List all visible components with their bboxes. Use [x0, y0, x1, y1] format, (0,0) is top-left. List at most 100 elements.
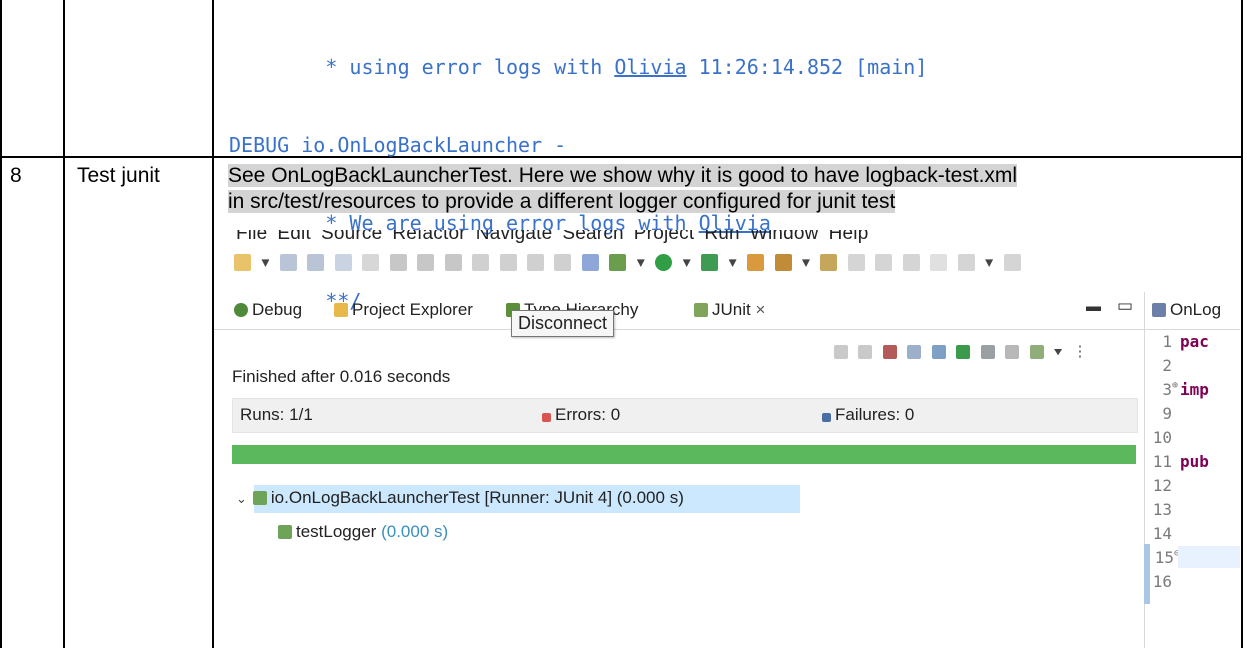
- save-all-icon[interactable]: [307, 254, 325, 272]
- tab-junit[interactable]: JUnit ×: [690, 300, 772, 324]
- chevron-down-icon[interactable]: [985, 259, 994, 268]
- step-over-icon[interactable]: [526, 254, 544, 272]
- counter-panel: [232, 398, 1138, 433]
- menu-run[interactable]: Run: [704, 230, 739, 244]
- table-border-right: [1241, 0, 1243, 648]
- close-icon[interactable]: ×: [755, 300, 765, 319]
- row-description: See OnLogBackLauncherTest. Here we show …: [228, 163, 1018, 215]
- pilcrow-icon[interactable]: [930, 254, 948, 272]
- coverage-icon[interactable]: [701, 254, 719, 272]
- line-number: 16: [1152, 572, 1172, 591]
- menu-navigate[interactable]: Navigate: [476, 230, 553, 244]
- chevron-down-icon[interactable]: [1054, 348, 1063, 356]
- code-keyword-public: pub: [1180, 452, 1209, 471]
- junit-panel-border: [214, 329, 1240, 330]
- chevron-down-icon[interactable]: [682, 259, 691, 268]
- chevron-down-icon[interactable]: [801, 259, 810, 268]
- tooltip-disconnect: Disconnect: [511, 310, 615, 337]
- tree-child-item[interactable]: testLogger (0.000 s): [278, 522, 448, 542]
- eclipse-screenshot: File Edit Source Refactor Navigate Search Proj…: [214, 230, 1240, 648]
- show-whitespace-icon[interactable]: [902, 254, 920, 272]
- table-border-left: [0, 0, 2, 648]
- step-return-icon[interactable]: [554, 254, 572, 272]
- scroll-lock-icon[interactable]: [907, 344, 922, 359]
- line-number: 2: [1162, 356, 1172, 375]
- row-title: Test junit: [77, 164, 160, 187]
- previous-failure-icon[interactable]: [858, 344, 873, 359]
- line-number: 10: [1152, 428, 1172, 447]
- menu-project[interactable]: Project: [634, 230, 695, 244]
- junit-view-toolbar: ⋮: [834, 342, 1088, 361]
- suspend-icon[interactable]: [417, 254, 435, 272]
- chevron-down-icon[interactable]: [728, 259, 737, 268]
- resume-icon[interactable]: [389, 254, 407, 272]
- view-menu-icon[interactable]: ⋮: [1073, 343, 1088, 360]
- chevron-down-icon[interactable]: [261, 259, 270, 268]
- run-icon[interactable]: [655, 254, 673, 272]
- menu-source[interactable]: Source: [321, 230, 382, 244]
- stop-icon[interactable]: [1005, 344, 1020, 359]
- line-number: 14: [1152, 524, 1172, 543]
- previous-annotation-icon[interactable]: [1003, 254, 1021, 272]
- tab-debug[interactable]: Debug: [234, 300, 302, 320]
- menu-search[interactable]: Search: [562, 230, 623, 244]
- binary-icon[interactable]: [334, 254, 352, 272]
- mark-occurrences-icon[interactable]: [847, 254, 865, 272]
- java-file-icon: [1152, 303, 1166, 317]
- annotation-icon[interactable]: [820, 254, 838, 272]
- menu-bar: File Edit Source Refactor Navigate Search Proj…: [236, 230, 878, 245]
- folder-icon: [334, 303, 348, 317]
- next-failure-icon[interactable]: [834, 344, 848, 359]
- code-keyword-package: pac: [1180, 332, 1209, 351]
- failure-icon: [822, 413, 831, 422]
- rerun-failed-icon[interactable]: [980, 344, 995, 359]
- runs-counter: Runs: 1/1: [240, 405, 313, 424]
- block-selection-icon[interactable]: [875, 254, 893, 272]
- chevron-down-icon[interactable]: ⌄: [236, 491, 247, 506]
- test-case-icon: [278, 525, 292, 539]
- tab-project-explorer[interactable]: Project Explorer: [334, 300, 473, 320]
- show-failures-only-icon[interactable]: [882, 344, 897, 359]
- search-icon[interactable]: [774, 254, 792, 272]
- tab-editor[interactable]: OnLog: [1152, 300, 1221, 320]
- debug-icon[interactable]: [609, 254, 627, 272]
- menu-help[interactable]: Help: [829, 230, 869, 244]
- disconnect-icon[interactable]: [472, 254, 490, 272]
- line-number: 12: [1152, 476, 1172, 495]
- progress-bar: [232, 445, 1136, 464]
- test-duration: (0.000 s): [381, 522, 449, 541]
- line-number: 3⊕: [1162, 380, 1178, 399]
- step-into-icon[interactable]: [499, 254, 517, 272]
- line-number: 9: [1162, 404, 1172, 423]
- menu-window[interactable]: Window: [750, 230, 819, 244]
- current-line-highlight: [1178, 546, 1240, 568]
- junit-icon: [694, 303, 708, 317]
- save-icon[interactable]: [279, 254, 297, 272]
- row-number: 8: [10, 164, 22, 187]
- rerun-icon[interactable]: [956, 344, 971, 359]
- line-number: 15⊖: [1154, 548, 1180, 567]
- next-annotation-icon[interactable]: [957, 254, 975, 272]
- menu-refactor[interactable]: Refactor: [392, 230, 465, 244]
- use-step-filters-icon[interactable]: [581, 254, 599, 272]
- layout-icon[interactable]: [931, 344, 946, 359]
- line-number: 1: [1162, 332, 1172, 351]
- line-number: 11: [1152, 452, 1172, 471]
- chevron-down-icon[interactable]: [636, 259, 645, 268]
- minimize-icon[interactable]: ▬: [1086, 298, 1101, 315]
- open-type-icon[interactable]: [747, 254, 765, 272]
- tree-root-item[interactable]: ⌄ io.OnLogBackLauncherTest [Runner: JUnit…: [236, 488, 684, 508]
- code-line-2: DEBUG io.OnLogBackLauncher -: [229, 133, 567, 157]
- toolbar: [234, 254, 1240, 278]
- junit-status: Finished after 0.016 seconds: [232, 367, 451, 386]
- new-icon[interactable]: [234, 254, 251, 272]
- terminate-icon[interactable]: [444, 254, 462, 272]
- menu-edit[interactable]: Edit: [277, 230, 311, 244]
- menu-file[interactable]: File: [236, 230, 267, 244]
- skip-breakpoints-icon[interactable]: [362, 254, 380, 272]
- code-link-olivia: Olivia: [614, 55, 687, 79]
- maximize-icon[interactable]: ▭: [1117, 296, 1133, 316]
- history-icon[interactable]: [1029, 344, 1044, 359]
- description-line-1: See OnLogBackLauncherTest. Here we show …: [228, 164, 1018, 187]
- code-keyword-import: imp: [1180, 380, 1209, 399]
